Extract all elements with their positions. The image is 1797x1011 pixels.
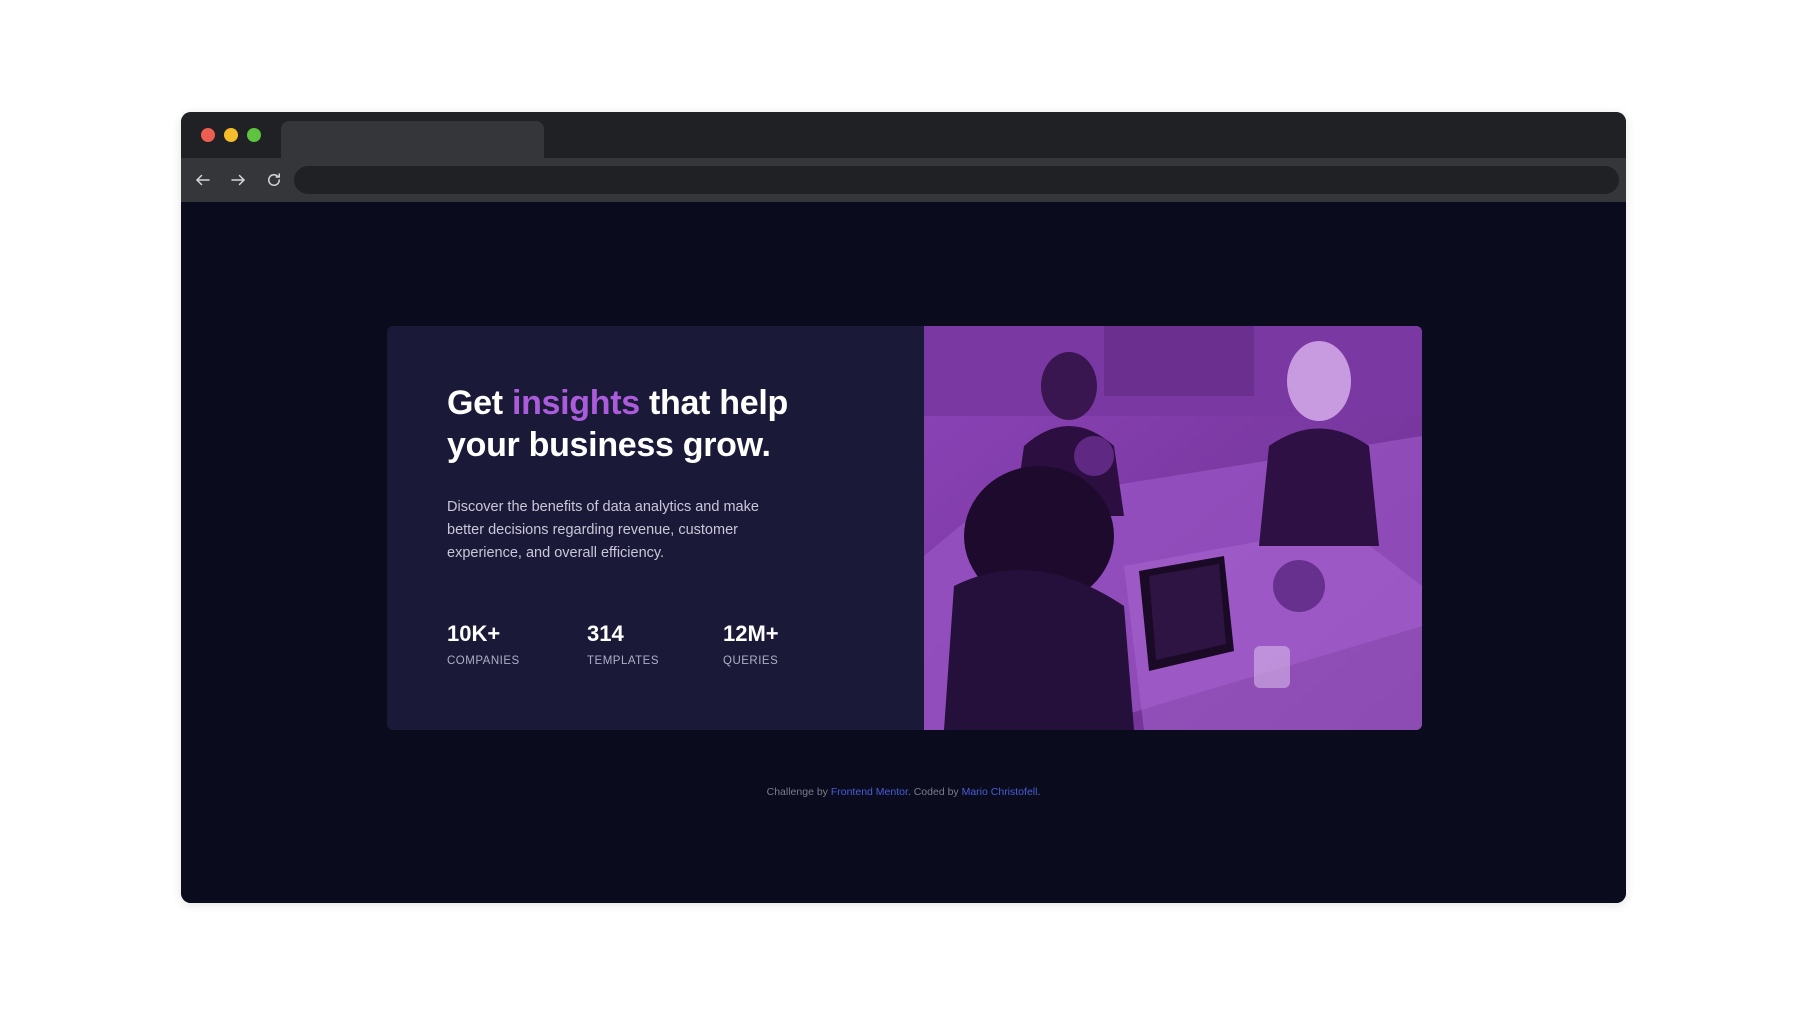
minimize-window-button[interactable] (224, 128, 238, 142)
stat-value: 12M+ (723, 621, 779, 646)
card-text-column: Get insights that help your business gro… (447, 382, 867, 565)
arrow-left-icon (196, 174, 210, 186)
stat-label: TEMPLATES (587, 655, 660, 667)
attribution-middle: . Coded by (907, 786, 962, 798)
headline-prefix: Get (447, 384, 512, 422)
maximize-window-button[interactable] (247, 128, 261, 142)
arrow-right-icon (231, 174, 245, 186)
frontend-mentor-link[interactable]: Frontend Mentor (831, 786, 908, 798)
browser-toolbar (181, 158, 1626, 202)
browser-tab[interactable] (281, 121, 544, 158)
page-viewport: Get insights that help your business gro… (181, 202, 1626, 903)
stat-companies: 10K+ COMPANIES (447, 621, 520, 667)
attribution-suffix: . (1037, 786, 1041, 798)
reload-button[interactable] (261, 167, 287, 193)
stat-value: 10K+ (447, 621, 501, 646)
stats-preview-card: Get insights that help your business gro… (387, 326, 1422, 730)
attribution: Challenge by Frontend Mentor. Coded by M… (181, 786, 1626, 798)
headline: Get insights that help your business gro… (447, 382, 867, 466)
close-window-button[interactable] (201, 128, 215, 142)
browser-window: Get insights that help your business gro… (181, 112, 1626, 903)
stat-value: 314 (587, 621, 624, 646)
stat-label: QUERIES (723, 655, 779, 667)
stat-queries: 12M+ QUERIES (723, 621, 779, 667)
reload-icon (268, 173, 280, 186)
author-link[interactable]: Mario Christofell (962, 786, 1038, 798)
stat-templates: 314 TEMPLATES (587, 621, 659, 667)
stat-label: COMPANIES (447, 655, 520, 667)
office-team-image (924, 326, 1422, 730)
back-button[interactable] (190, 167, 216, 193)
headline-accent: insights (511, 384, 640, 422)
address-bar[interactable] (294, 166, 1619, 194)
browser-titlebar (181, 112, 1626, 158)
forward-button[interactable] (225, 167, 251, 193)
description: Discover the benefits of data analytics … (447, 499, 759, 561)
office-team-photo-icon (924, 326, 1422, 730)
attribution-prefix: Challenge by (766, 786, 831, 798)
